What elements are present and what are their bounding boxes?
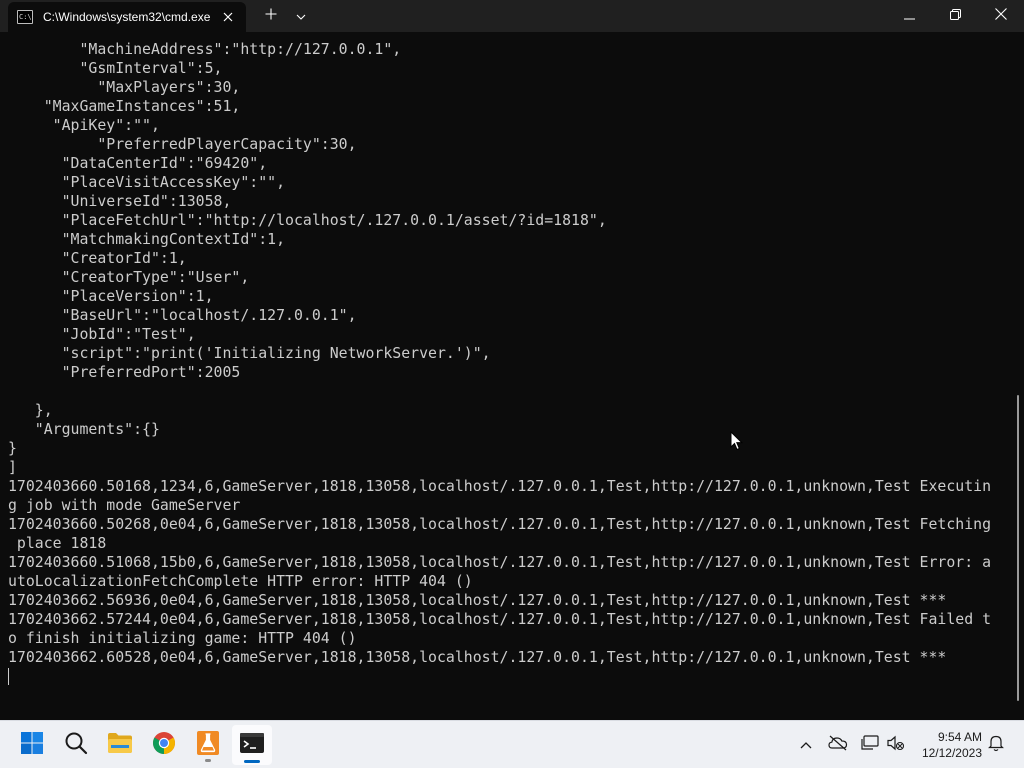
console-line: "ApiKey":"", [8, 116, 160, 134]
console-line: "CreatorId":1, [8, 249, 187, 267]
close-button[interactable] [978, 0, 1024, 32]
chevron-up-icon [800, 736, 812, 754]
file-explorer-button[interactable] [100, 725, 140, 765]
console-line: "GsmInterval":5, [8, 59, 223, 77]
console-line: "PlaceVisitAccessKey":"", [8, 173, 286, 191]
terminal-icon [239, 732, 265, 759]
restore-icon [949, 7, 961, 25]
flask-app-icon [196, 730, 220, 761]
prompt-line [8, 667, 1016, 686]
volume-button[interactable] [886, 735, 906, 755]
active-indicator [244, 760, 260, 763]
tab-close-icon[interactable] [220, 9, 236, 25]
console-line: g job with mode GameServer [8, 496, 241, 514]
console-line: } [8, 439, 17, 457]
console-line: "MaxGameInstances":51, [8, 97, 241, 115]
console-line: "PlaceVersion":1, [8, 287, 214, 305]
console-line: "CreatorType":"User", [8, 268, 250, 286]
console-output[interactable]: "MachineAddress":"http://127.0.0.1", "Gs… [0, 32, 1016, 720]
notifications-button[interactable] [986, 735, 1006, 755]
taskbar: 9:54 AM 12/12/2023 [0, 720, 1024, 768]
console-line: place 1818 [8, 534, 107, 552]
console-line: "UniverseId":13058, [8, 192, 232, 210]
console-line: "MachineAddress":"http://127.0.0.1", [8, 40, 402, 58]
maximize-button[interactable] [932, 0, 978, 32]
clock[interactable]: 9:54 AM 12/12/2023 [916, 729, 982, 761]
clock-date: 12/12/2023 [921, 746, 982, 760]
notifications-icon [988, 734, 1004, 757]
tab-title: C:\Windows\system32\cmd.exe [43, 10, 211, 24]
network-icon [861, 734, 879, 756]
tab-cmd[interactable]: C:\ C:\Windows\system32\cmd.exe [8, 2, 246, 32]
chrome-button[interactable] [144, 725, 184, 765]
onedrive-button[interactable] [828, 735, 848, 755]
mouse-pointer-icon [730, 430, 744, 451]
text-cursor [8, 668, 9, 685]
minimize-icon [903, 7, 915, 25]
console-line: "Arguments":{} [8, 420, 160, 438]
minimize-button[interactable] [886, 0, 932, 32]
scrollbar-thumb[interactable] [1017, 395, 1019, 701]
console-line: "script":"print('Initializing NetworkSer… [8, 344, 491, 362]
console-line: 1702403662.57244,0e04,6,GameServer,1818,… [8, 610, 992, 628]
console-line: o finish initializing game: HTTP 404 () [8, 629, 357, 647]
console-line: "MatchmakingContextId":1, [8, 230, 286, 248]
cmd-icon: C:\ [17, 10, 33, 24]
console-line: 1702403662.56936,0e04,6,GameServer,1818,… [8, 591, 947, 609]
chrome-icon [152, 731, 176, 760]
console-line: 1702403660.51068,15b0,6,GameServer,1818,… [8, 553, 992, 571]
plus-icon [265, 7, 277, 25]
chevron-down-icon [296, 7, 306, 25]
terminal-button[interactable] [232, 725, 272, 765]
new-tab-button[interactable] [256, 0, 286, 32]
search-button[interactable] [56, 725, 96, 765]
title-bar: C:\ C:\Windows\system32\cmd.exe [0, 0, 1024, 32]
console-line: "BaseUrl":"localhost/.127.0.0.1", [8, 306, 357, 324]
console-line: 1702403660.50168,1234,6,GameServer,1818,… [8, 477, 992, 495]
console-line: ] [8, 458, 17, 476]
show-hidden-icons-button[interactable] [796, 735, 816, 755]
console-line: 1702403660.50268,0e04,6,GameServer,1818,… [8, 515, 992, 533]
flask-app-button[interactable] [188, 725, 228, 765]
console-line: 1702403662.60528,0e04,6,GameServer,1818,… [8, 648, 947, 666]
tab-dropdown-button[interactable] [286, 0, 316, 32]
onedrive-offline-icon [828, 735, 848, 756]
volume-muted-icon [887, 735, 905, 756]
console-line: }, [8, 401, 53, 419]
running-indicator [205, 759, 211, 762]
file-explorer-icon [107, 732, 133, 759]
console-line: "MaxPlayers":30, [8, 78, 241, 96]
title-bar-drag-area[interactable] [316, 0, 886, 32]
console-line: "PlaceFetchUrl":"http://localhost/.127.0… [8, 211, 607, 229]
console-line: "DataCenterId":"69420", [8, 154, 268, 172]
console-scrollbar[interactable] [1016, 32, 1024, 720]
start-button[interactable] [12, 725, 52, 765]
close-icon [995, 7, 1007, 25]
console-line: "PreferredPort":2005 [8, 363, 241, 381]
network-button[interactable] [860, 734, 880, 756]
search-icon [64, 731, 88, 760]
console-line: "JobId":"Test", [8, 325, 196, 343]
console-line: "PreferredPlayerCapacity":30, [8, 135, 357, 153]
clock-time: 9:54 AM [937, 730, 982, 744]
console-line: utoLocalizationFetchComplete HTTP error:… [8, 572, 473, 590]
windows-start-icon [20, 731, 44, 760]
